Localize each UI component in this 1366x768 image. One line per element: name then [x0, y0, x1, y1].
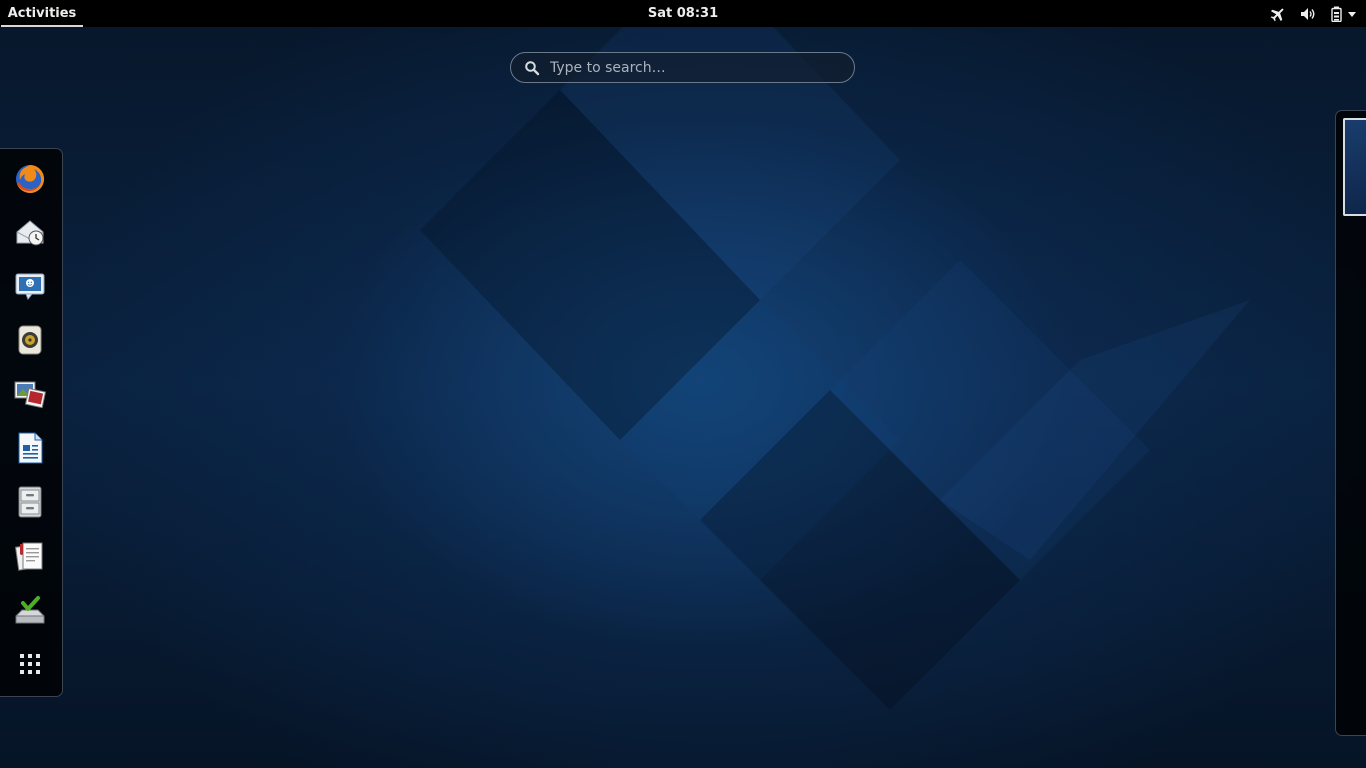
activities-active-indicator [1, 25, 83, 27]
document-viewer-icon [14, 542, 43, 571]
search-input[interactable] [548, 58, 854, 77]
software-install-icon [15, 596, 45, 624]
search-entry[interactable] [510, 52, 855, 83]
dropdown-arrow-icon [1348, 10, 1356, 18]
empathy-chat-icon [15, 273, 45, 300]
files-cabinet-icon [18, 486, 42, 518]
dash-item-empathy[interactable] [13, 269, 47, 303]
shotwell-photos-icon [14, 381, 46, 409]
dash-item-shotwell[interactable] [13, 377, 47, 411]
activities-label: Activities [7, 6, 77, 21]
dash-item-writer[interactable] [13, 431, 47, 465]
workspace-switcher [1335, 110, 1366, 736]
dash-item-rhythmbox[interactable] [13, 323, 47, 357]
clock-area: Sat 08:31 [0, 0, 1366, 27]
libreoffice-writer-icon [18, 432, 43, 464]
dash-item-firefox[interactable] [13, 162, 47, 196]
dash [0, 148, 63, 697]
dash-item-software[interactable] [13, 593, 47, 627]
volume-icon [1300, 6, 1316, 22]
workspace-thumbnail-active[interactable] [1343, 118, 1366, 216]
system-status-menu[interactable] [1270, 0, 1356, 27]
clock-button[interactable]: Sat 08:31 [648, 6, 718, 21]
show-applications-button[interactable] [13, 647, 47, 681]
search-icon [524, 60, 540, 76]
dash-item-evolution[interactable] [13, 215, 47, 249]
evolution-mail-icon [16, 220, 44, 246]
activities-button[interactable]: Activities [0, 0, 84, 27]
desktop-wallpaper [0, 0, 1366, 768]
airplane-mode-icon [1270, 6, 1286, 22]
top-bar: Activities Sat 08:31 [0, 0, 1366, 27]
rhythmbox-music-icon [18, 325, 42, 355]
dash-item-files[interactable] [13, 485, 47, 519]
firefox-icon [16, 164, 45, 193]
show-applications-grid-icon [20, 654, 40, 674]
battery-icon [1330, 6, 1344, 22]
dash-item-document-viewer[interactable] [13, 539, 47, 573]
